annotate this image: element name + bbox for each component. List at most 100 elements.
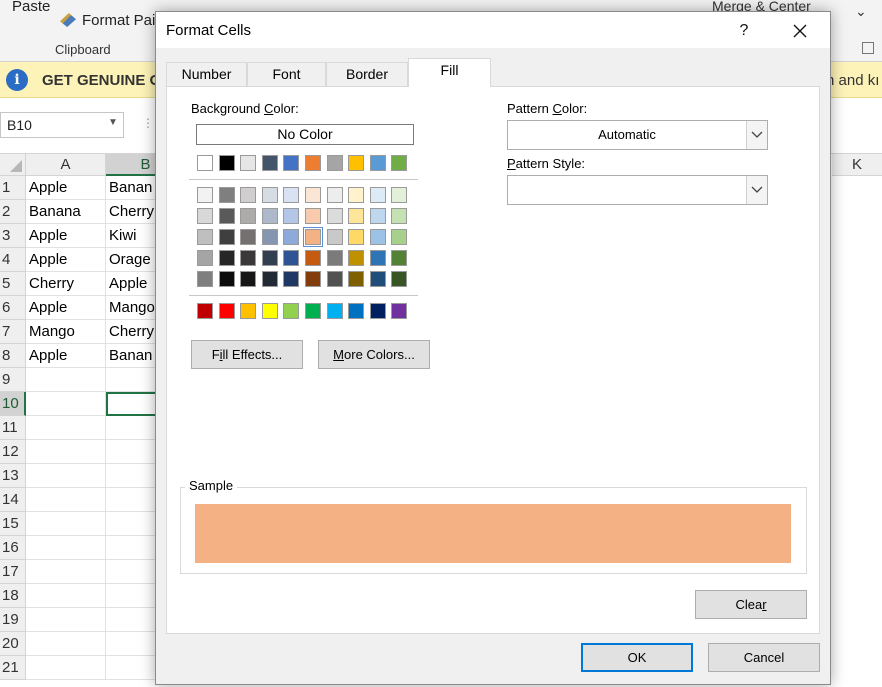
theme-color-swatch[interactable] (218, 187, 235, 203)
theme-color-swatch[interactable] (261, 208, 278, 224)
cell-a[interactable]: Apple (26, 176, 106, 200)
standard-color-swatch[interactable] (197, 303, 213, 319)
theme-color-swatch[interactable] (326, 271, 343, 287)
cell-a[interactable]: Apple (26, 344, 106, 368)
theme-color-swatch[interactable] (240, 271, 257, 287)
theme-color-swatch[interactable] (240, 155, 257, 171)
theme-color-swatch[interactable] (326, 155, 343, 171)
row-header[interactable]: 12 (0, 440, 26, 464)
theme-color-swatch[interactable] (348, 155, 365, 171)
theme-color-swatch[interactable] (240, 229, 257, 245)
cell-a[interactable] (26, 440, 106, 464)
cell-a[interactable]: Cherry (26, 272, 106, 296)
chevron-down-icon[interactable]: ⌄ (855, 3, 867, 20)
theme-color-swatch[interactable] (326, 229, 343, 245)
row-header[interactable]: 8 (0, 344, 26, 368)
theme-color-swatch[interactable] (303, 227, 323, 247)
row-header[interactable]: 6 (0, 296, 26, 320)
row-header[interactable]: 17 (0, 560, 26, 584)
row-header[interactable]: 13 (0, 464, 26, 488)
tab-fill[interactable]: Fill (408, 58, 491, 87)
cell-a[interactable] (26, 368, 106, 392)
theme-color-swatch[interactable] (326, 250, 343, 266)
ok-button[interactable]: OK (581, 643, 693, 672)
cell-a[interactable] (26, 656, 106, 680)
chevron-down-icon[interactable] (746, 121, 767, 149)
row-header[interactable]: 20 (0, 632, 26, 656)
row-header[interactable]: 21 (0, 656, 26, 680)
column-header-k[interactable]: K (832, 154, 882, 176)
dialog-launcher-icon[interactable] (862, 42, 874, 54)
theme-color-swatch[interactable] (369, 250, 386, 266)
standard-color-swatch[interactable] (391, 303, 408, 319)
row-header[interactable]: 15 (0, 512, 26, 536)
no-color-button[interactable]: No Color (196, 124, 414, 145)
cell-a[interactable]: Mango (26, 320, 106, 344)
theme-color-swatch[interactable] (261, 187, 278, 203)
theme-color-swatch[interactable] (197, 229, 213, 245)
cell-a[interactable] (26, 584, 106, 608)
theme-color-swatch[interactable] (348, 250, 365, 266)
theme-color-swatch[interactable] (326, 208, 343, 224)
theme-color-swatch[interactable] (348, 187, 365, 203)
cancel-button[interactable]: Cancel (708, 643, 820, 672)
tab-number[interactable]: Number (166, 62, 247, 86)
cell-a[interactable] (26, 608, 106, 632)
row-header[interactable]: 10 (0, 392, 26, 416)
theme-color-swatch[interactable] (197, 271, 213, 287)
row-header[interactable]: 4 (0, 248, 26, 272)
cell-a[interactable]: Apple (26, 224, 106, 248)
theme-color-swatch[interactable] (369, 208, 386, 224)
theme-color-swatch[interactable] (391, 229, 408, 245)
tab-border[interactable]: Border (326, 62, 408, 86)
theme-color-swatch[interactable] (261, 229, 278, 245)
standard-color-swatch[interactable] (369, 303, 386, 319)
pattern-style-dropdown[interactable] (507, 175, 768, 205)
row-header[interactable]: 5 (0, 272, 26, 296)
column-header-a[interactable]: A (26, 154, 106, 176)
theme-color-swatch[interactable] (240, 250, 257, 266)
theme-color-swatch[interactable] (283, 271, 300, 287)
theme-color-swatch[interactable] (218, 155, 235, 171)
theme-color-swatch[interactable] (369, 155, 386, 171)
theme-color-swatch[interactable] (197, 187, 213, 203)
standard-color-swatch[interactable] (261, 303, 278, 319)
theme-color-swatch[interactable] (197, 155, 213, 171)
theme-color-swatch[interactable] (197, 250, 213, 266)
row-header[interactable]: 2 (0, 200, 26, 224)
theme-color-swatch[interactable] (369, 187, 386, 203)
theme-color-swatch[interactable] (305, 250, 321, 266)
fill-effects-button[interactable]: Fill Effects... (191, 340, 303, 369)
theme-color-swatch[interactable] (283, 187, 300, 203)
row-header[interactable]: 7 (0, 320, 26, 344)
theme-color-swatch[interactable] (218, 229, 235, 245)
theme-color-swatch[interactable] (240, 187, 257, 203)
cell-a[interactable] (26, 560, 106, 584)
theme-color-swatch[interactable] (391, 208, 408, 224)
theme-color-swatch[interactable] (369, 271, 386, 287)
theme-color-swatch[interactable] (391, 250, 408, 266)
theme-color-swatch[interactable] (305, 208, 321, 224)
name-box[interactable]: B10 (0, 112, 124, 138)
theme-color-swatch[interactable] (348, 271, 365, 287)
theme-color-swatch[interactable] (261, 155, 278, 171)
theme-color-swatch[interactable] (261, 271, 278, 287)
standard-color-swatch[interactable] (305, 303, 321, 319)
theme-color-swatch[interactable] (305, 155, 321, 171)
row-header[interactable]: 3 (0, 224, 26, 248)
theme-color-swatch[interactable] (261, 250, 278, 266)
cell-a[interactable]: Apple (26, 296, 106, 320)
theme-color-swatch[interactable] (283, 155, 300, 171)
cell-a[interactable] (26, 416, 106, 440)
row-header[interactable]: 9 (0, 368, 26, 392)
theme-color-swatch[interactable] (348, 208, 365, 224)
standard-color-swatch[interactable] (218, 303, 235, 319)
theme-color-swatch[interactable] (218, 271, 235, 287)
clear-button[interactable]: Clear (695, 590, 807, 619)
cell-a[interactable] (26, 512, 106, 536)
pattern-color-dropdown[interactable]: Automatic (507, 120, 768, 150)
theme-color-swatch[interactable] (369, 229, 386, 245)
theme-color-swatch[interactable] (197, 208, 213, 224)
dialog-titlebar[interactable]: Format Cells ? (156, 12, 830, 48)
paste-button[interactable]: Paste (12, 0, 50, 15)
